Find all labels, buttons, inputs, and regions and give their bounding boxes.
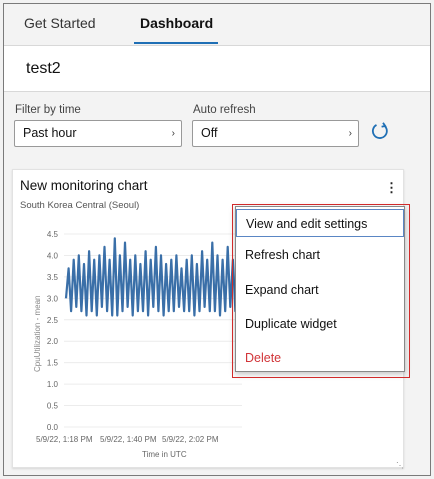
chart-y-tick-label: 4.5 — [47, 230, 59, 239]
chart-y-tick-label: 4.0 — [47, 251, 59, 260]
menu-item-delete[interactable]: Delete — [236, 344, 404, 372]
widget-context-menu: View and edit settings Refresh chart Exp… — [235, 206, 405, 372]
chart-y-tick-label: 2.0 — [47, 337, 59, 346]
chart-y-tick-label: 3.0 — [47, 294, 59, 303]
chart-y-tick-label: 0.0 — [47, 423, 59, 432]
resize-handle-icon[interactable]: ⋱ — [396, 461, 404, 470]
chart-x-tick-label: 5/9/22, 1:40 PM — [100, 435, 157, 444]
menu-item-expand-chart[interactable]: Expand chart — [236, 276, 404, 304]
chart-y-tick-label: 1.5 — [47, 359, 59, 368]
chart-y-tick-label: 0.5 — [47, 402, 59, 411]
chart-y-axis-label: CpuUtilization - mean — [33, 296, 42, 372]
menu-item-view-edit-settings[interactable]: View and edit settings — [236, 209, 404, 237]
chart-x-axis-label: Time in UTC — [142, 450, 187, 459]
chart-x-tick-label: 5/9/22, 1:18 PM — [36, 435, 93, 444]
menu-item-refresh-chart[interactable]: Refresh chart — [236, 241, 404, 269]
chart-x-tick-label: 5/9/22, 2:02 PM — [162, 435, 219, 444]
menu-item-duplicate-widget[interactable]: Duplicate widget — [236, 310, 404, 338]
chart-y-tick-label: 2.5 — [47, 316, 59, 325]
chart-y-tick-label: 1.0 — [47, 380, 59, 389]
chart-y-tick-label: 3.5 — [47, 273, 59, 282]
